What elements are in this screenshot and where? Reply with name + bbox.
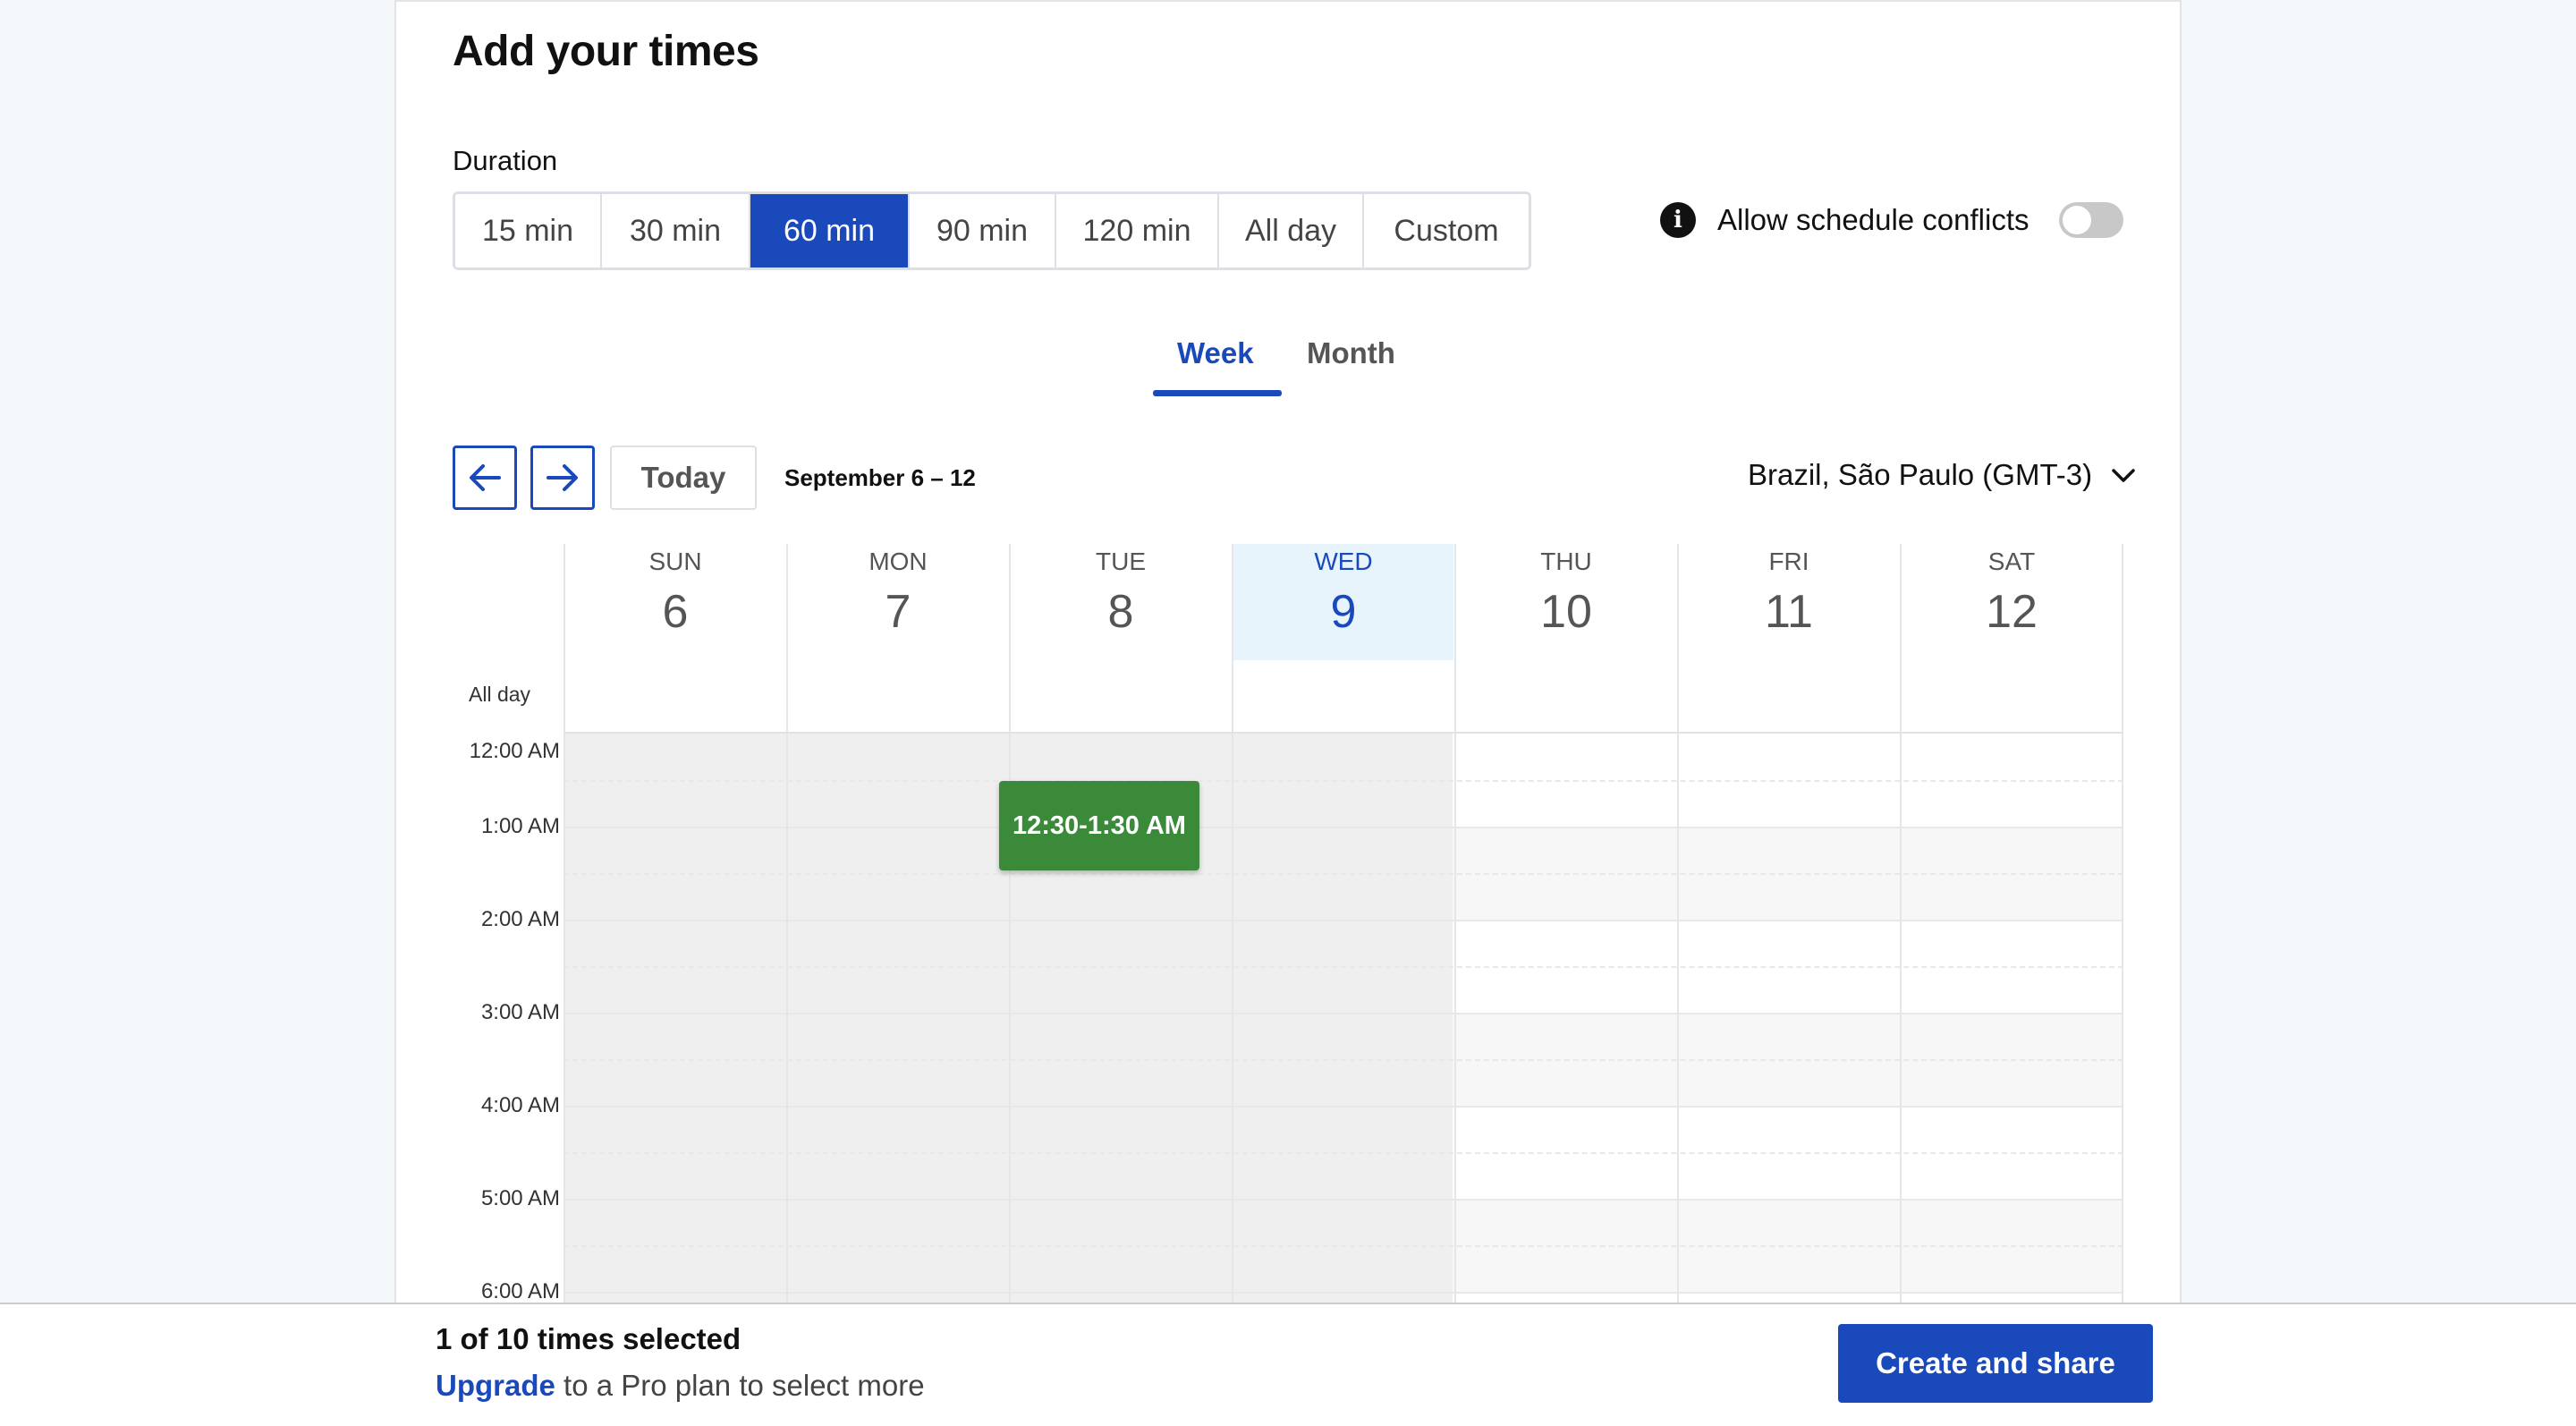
upgrade-link[interactable]: Upgrade <box>436 1369 555 1402</box>
day-name: THU <box>1540 547 1592 575</box>
all-day-label: All day <box>469 683 531 706</box>
day-name: MON <box>869 547 928 575</box>
tab-week[interactable]: Week <box>1177 336 1254 370</box>
day-header-wed[interactable]: WED 9 <box>1232 544 1453 660</box>
duration-option-all-day[interactable]: All day <box>1219 194 1364 267</box>
conflicts-label: Allow schedule conflicts <box>1717 203 2029 236</box>
day-name: SUN <box>648 547 702 575</box>
day-number: 7 <box>885 586 911 638</box>
duration-option-15[interactable]: 15 min <box>455 194 602 267</box>
half-hour-line <box>564 1152 2123 1154</box>
day-divider <box>2122 734 2123 1303</box>
day-header-sun[interactable]: SUN 6 <box>564 544 785 757</box>
toggle-knob <box>2063 206 2091 234</box>
time-label: 5:00 AM <box>480 1186 560 1210</box>
time-slot-event[interactable]: 12:30-1:30 AM <box>999 781 1199 870</box>
info-icon[interactable]: i <box>1660 202 1696 238</box>
day-number: 8 <box>1107 586 1134 638</box>
footer-bar <box>0 1303 2576 1426</box>
upgrade-text: to a Pro plan to select more <box>555 1369 925 1402</box>
page-title: Add your times <box>453 28 759 75</box>
hour-line <box>564 1106 2123 1108</box>
day-divider <box>1900 734 1902 1303</box>
day-divider <box>786 734 788 1303</box>
timezone-select[interactable]: Brazil, São Paulo (GMT-3) <box>1748 458 2137 492</box>
conflicts-toggle[interactable] <box>2059 202 2123 238</box>
half-hour-line <box>564 873 2123 875</box>
day-header-mon[interactable]: MON 7 <box>786 544 1008 757</box>
time-label: 12:00 AM <box>469 739 560 763</box>
time-label: 3:00 AM <box>480 1000 560 1024</box>
schedule-conflicts: i Allow schedule conflicts <box>1660 199 2029 242</box>
today-button[interactable]: Today <box>610 446 757 510</box>
half-hour-line <box>564 1245 2123 1247</box>
hour-line <box>564 827 2123 828</box>
day-name: WED <box>1314 547 1373 575</box>
week-calendar: SUN 6 MON 7 TUE 8 WED 9 THU 10 FRI 11 SA… <box>453 544 2123 1303</box>
next-week-button[interactable] <box>530 446 595 510</box>
previous-week-button[interactable] <box>453 446 517 510</box>
hour-line <box>564 1292 2123 1294</box>
day-name: SAT <box>1987 547 2036 575</box>
day-divider <box>1232 734 1233 1303</box>
half-hour-line <box>564 966 2123 968</box>
upgrade-message: Upgrade to a Pro plan to select more <box>436 1369 925 1403</box>
day-header-tue[interactable]: TUE 8 <box>1009 544 1231 757</box>
day-number: 6 <box>662 586 689 638</box>
arrow-left-icon <box>470 464 501 491</box>
arrow-right-icon <box>547 464 578 491</box>
duration-option-60[interactable]: 60 min <box>750 194 910 267</box>
time-label: 1:00 AM <box>480 814 560 838</box>
day-number: 12 <box>1986 586 2038 638</box>
hour-line <box>564 920 2123 921</box>
hour-line <box>564 1013 2123 1014</box>
duration-selector: 15 min 30 min 60 min 90 min 120 min All … <box>453 191 1531 270</box>
active-tab-indicator <box>1153 390 1282 396</box>
duration-option-120[interactable]: 120 min <box>1056 194 1219 267</box>
time-label: 4:00 AM <box>480 1093 560 1117</box>
day-divider <box>1677 734 1679 1303</box>
chevron-down-icon <box>2112 469 2135 482</box>
day-header-fri[interactable]: FRI 11 <box>1677 544 1899 757</box>
day-number: 9 <box>1330 586 1357 638</box>
duration-label: Duration <box>453 145 558 176</box>
day-divider <box>564 734 565 1303</box>
date-range: September 6 – 12 <box>784 464 976 491</box>
duration-option-90[interactable]: 90 min <box>910 194 1056 267</box>
half-hour-line <box>564 1059 2123 1061</box>
day-header-sat[interactable]: SAT 12 <box>1900 544 2123 757</box>
time-label: 2:00 AM <box>480 907 560 931</box>
tab-month[interactable]: Month <box>1307 336 1395 370</box>
time-grid[interactable] <box>564 734 2123 1303</box>
hour-line <box>564 1199 2123 1201</box>
duration-option-30[interactable]: 30 min <box>602 194 750 267</box>
day-number: 10 <box>1540 586 1592 638</box>
selected-count: 1 of 10 times selected <box>436 1322 741 1355</box>
time-label: 6:00 AM <box>480 1279 560 1303</box>
day-name: TUE <box>1096 547 1146 575</box>
timezone-label: Brazil, São Paulo (GMT-3) <box>1748 458 2093 491</box>
half-hour-line <box>564 780 2123 782</box>
create-and-share-button[interactable]: Create and share <box>1838 1324 2153 1403</box>
duration-option-custom[interactable]: Custom <box>1364 194 1529 267</box>
day-divider <box>1454 734 1456 1303</box>
day-number: 11 <box>1765 586 1813 638</box>
day-header-thu[interactable]: THU 10 <box>1454 544 1676 757</box>
day-name: FRI <box>1768 547 1809 575</box>
